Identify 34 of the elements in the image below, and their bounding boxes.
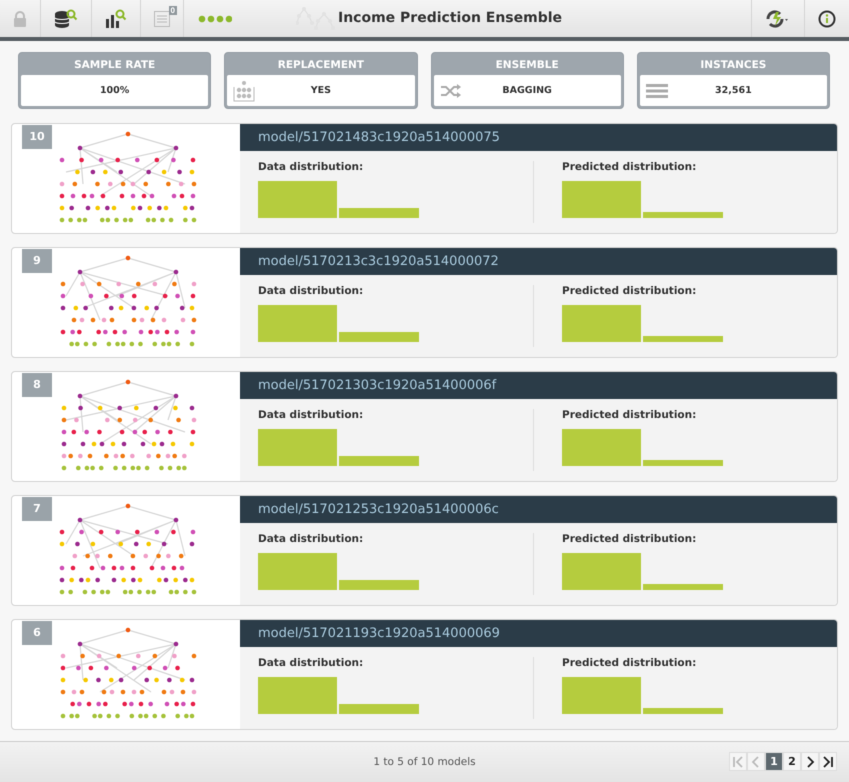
stat-label: ENSEMBLE [494,58,560,73]
page-title: Income Prediction Ensemble [338,10,562,26]
pagination-summary: 1 to 5 of 10 models [373,756,476,768]
next-page-icon[interactable] [801,752,819,771]
lines-icon [646,84,668,98]
stat-value: BAGGING [502,85,552,96]
model-number: 7 [22,497,52,521]
model-number: 9 [22,249,52,273]
shuffle-icon [440,82,462,98]
model-number: 6 [22,621,52,645]
model-number: 10 [22,125,52,149]
distribution-label: Predicted distribution: [562,657,698,669]
model-number: 8 [22,373,52,397]
stat-label: INSTANCES [699,58,768,73]
distribution-label: Predicted distribution: [562,161,698,173]
distribution-label: Data distribution: [258,161,364,173]
balls-icon [233,80,256,102]
distribution-label: Predicted distribution: [562,533,698,545]
stat-value: YES [310,85,331,96]
page-button[interactable]: 1 [765,752,783,771]
distribution-label: Data distribution: [258,657,364,669]
stat-label: SAMPLE RATE [73,58,156,73]
distribution-label: Predicted distribution: [562,409,698,421]
distribution-label: Predicted distribution: [562,285,698,297]
last-page-icon[interactable] [819,752,837,771]
stat-label: REPLACEMENT [276,58,365,73]
count-badge: 0 [168,6,177,15]
sliders-icon [154,10,170,26]
distribution-label: Data distribution: [258,409,364,421]
distribution-label: Data distribution: [258,285,364,297]
page-button[interactable]: 2 [783,752,801,771]
distribution-label: Data distribution: [258,533,364,545]
stat-value: 32,561 [715,85,752,96]
stat-value: 100% [100,85,130,96]
